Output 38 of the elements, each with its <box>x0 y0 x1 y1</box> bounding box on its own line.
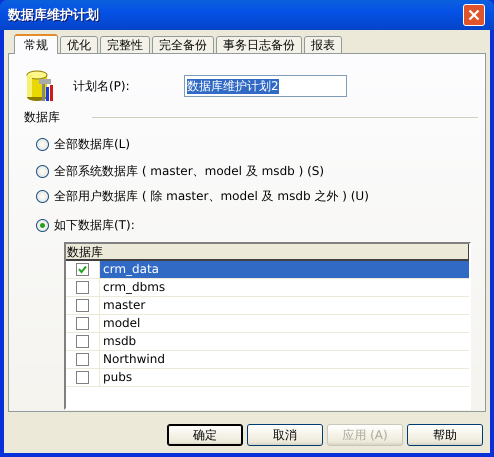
checkbox[interactable] <box>76 299 89 312</box>
tab[interactable]: 优化 <box>60 36 98 53</box>
tab[interactable]: 完整性 <box>100 36 150 53</box>
dialog-button[interactable]: 确定 <box>167 424 243 446</box>
column-header[interactable]: 数据库 <box>66 244 469 261</box>
checkbox[interactable] <box>76 263 89 276</box>
close-button[interactable] <box>463 4 485 26</box>
radio-button[interactable] <box>36 164 49 178</box>
dialog-button[interactable]: 取消 <box>247 424 323 446</box>
database-name[interactable]: crm_dbms <box>100 279 469 296</box>
dialog-button[interactable]: 帮助 <box>407 424 483 446</box>
tab[interactable]: 完全备份 <box>152 36 214 53</box>
database-name[interactable]: Northwind <box>100 351 469 368</box>
database-name[interactable]: master <box>100 297 469 314</box>
close-icon <box>468 9 480 21</box>
radio-option[interactable]: 全部用户数据库 ( 除 master、model 及 msdb 之外 ) (U) <box>36 187 485 205</box>
radio-option[interactable]: 全部数据库(L) <box>36 135 485 153</box>
tab[interactable]: 事务日志备份 <box>216 36 302 53</box>
checkbox[interactable] <box>76 281 89 294</box>
tab[interactable]: 报表 <box>304 36 342 53</box>
checkbox[interactable] <box>76 371 89 384</box>
checkbox[interactable] <box>76 317 89 330</box>
checkbox[interactable] <box>76 353 89 366</box>
field-label: 计划名(P): <box>73 78 131 94</box>
window-title: 数据库维护计划 <box>8 6 99 24</box>
database-name[interactable]: model <box>100 315 469 332</box>
radio-button[interactable] <box>36 190 49 202</box>
database-name[interactable]: msdb <box>100 333 469 350</box>
input-field[interactable]: 数据库维护计划2 <box>184 75 347 97</box>
radio-option[interactable]: 全部系统数据库 ( master、model 及 msdb ) (S) <box>36 162 485 180</box>
radio-option[interactable]: 如下数据库(T): <box>36 216 485 234</box>
checkbox[interactable] <box>76 335 89 348</box>
database-name[interactable]: crm_data <box>100 261 469 278</box>
database-name[interactable]: pubs <box>100 369 469 386</box>
radio-button[interactable] <box>36 138 49 150</box>
group-title: 数据库 <box>24 109 60 126</box>
tab[interactable]: 常规 <box>14 34 58 54</box>
radio-button[interactable] <box>36 218 49 232</box>
